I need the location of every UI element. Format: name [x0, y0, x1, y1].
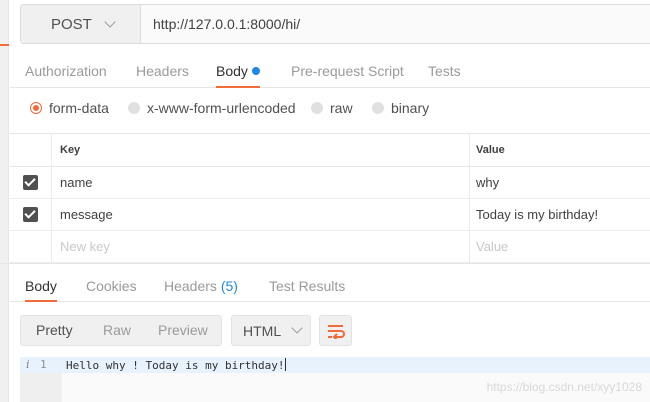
- column-header-key: Key: [60, 144, 81, 156]
- tab-test-results[interactable]: Test Results: [269, 270, 345, 302]
- radio-icon: [128, 102, 140, 114]
- active-tab-marker: [0, 44, 9, 46]
- wrap-lines-icon: [327, 324, 345, 339]
- wrap-lines-button[interactable]: [319, 315, 352, 346]
- modified-dot-icon: [251, 67, 260, 75]
- response-body-editor[interactable]: i 1 Hello why ! Today is my birthday! ht…: [20, 357, 650, 402]
- request-tabs: Authorization Headers Body Pre-request S…: [10, 56, 650, 88]
- method-label: POST: [51, 15, 92, 33]
- radio-icon: [311, 102, 323, 114]
- left-sidebar-strip: [0, 0, 9, 402]
- chevron-down-icon: [104, 15, 116, 28]
- raw-button[interactable]: Raw: [103, 316, 131, 345]
- tab-response-body[interactable]: Body: [25, 270, 57, 302]
- value-cell[interactable]: Today is my birthday!: [476, 199, 598, 230]
- radio-selected-icon: [30, 102, 42, 114]
- tab-body-label: Body: [216, 63, 248, 79]
- checkbox-checked-icon[interactable]: [23, 175, 38, 190]
- radio-form-data[interactable]: form-data: [30, 96, 109, 120]
- table-header: Key Value: [10, 133, 650, 167]
- value-cell[interactable]: why: [476, 167, 499, 198]
- tab-authorization[interactable]: Authorization: [25, 56, 107, 88]
- body-type-radios: form-data x-www-form-urlencoded raw bina…: [10, 96, 650, 120]
- response-tabs: Body Cookies Headers (5) Test Results: [10, 270, 650, 302]
- pretty-button[interactable]: Pretty: [36, 316, 73, 345]
- form-data-table: Key Value name why message Today is my b…: [10, 133, 650, 263]
- preview-button[interactable]: Preview: [158, 316, 208, 345]
- tab-pre-request-script[interactable]: Pre-request Script: [291, 56, 404, 88]
- radio-x-www-form-urlencoded[interactable]: x-www-form-urlencoded: [128, 96, 296, 120]
- new-row: New key Value: [10, 231, 650, 263]
- radio-icon: [372, 102, 384, 114]
- radio-label: x-www-form-urlencoded: [147, 100, 296, 116]
- request-url-bar: POST http://127.0.0.1:8000/hi/: [20, 4, 650, 44]
- table-row: message Today is my birthday!: [10, 199, 650, 231]
- info-icon: i: [26, 358, 30, 371]
- header-check-cell: [10, 134, 52, 166]
- response-divider: [0, 263, 650, 264]
- tab-headers-label: Headers: [164, 278, 217, 294]
- tab-cookies[interactable]: Cookies: [86, 270, 137, 302]
- new-key-input[interactable]: New key: [60, 231, 110, 262]
- table-row: name why: [10, 167, 650, 199]
- format-label: HTML: [243, 322, 282, 339]
- radio-label: binary: [391, 100, 430, 116]
- radio-label: form-data: [49, 100, 109, 116]
- checkbox-checked-icon[interactable]: [23, 207, 38, 222]
- code-line: i 1 Hello why ! Today is my birthday!: [20, 357, 650, 373]
- view-mode-segmented: Pretty Raw Preview: [20, 315, 222, 346]
- tab-headers[interactable]: Headers: [136, 56, 189, 88]
- radio-label: raw: [330, 100, 353, 116]
- headers-count-badge: (5): [220, 278, 238, 294]
- response-text: Hello why ! Today is my birthday!: [66, 358, 286, 372]
- method-select[interactable]: POST: [21, 5, 141, 43]
- radio-raw[interactable]: raw: [311, 96, 353, 120]
- key-cell[interactable]: message: [60, 199, 113, 230]
- line-number: 1: [40, 358, 47, 371]
- url-input[interactable]: http://127.0.0.1:8000/hi/: [153, 5, 300, 43]
- chevron-down-icon: [291, 322, 303, 334]
- tab-response-headers[interactable]: Headers (5): [164, 270, 238, 302]
- text-caret: [284, 358, 286, 371]
- new-value-input[interactable]: Value: [476, 231, 508, 262]
- watermark: https://blog.csdn.net/xyy1028: [486, 380, 642, 394]
- column-header-value: Value: [476, 144, 505, 156]
- radio-binary[interactable]: binary: [372, 96, 429, 120]
- key-cell[interactable]: name: [60, 167, 93, 198]
- response-text-content: Hello why ! Today is my birthday!: [66, 359, 285, 372]
- response-toolbar: Pretty Raw Preview HTML: [20, 315, 650, 347]
- format-select[interactable]: HTML: [231, 315, 311, 346]
- tab-tests[interactable]: Tests: [428, 56, 461, 88]
- tab-body[interactable]: Body: [216, 56, 260, 88]
